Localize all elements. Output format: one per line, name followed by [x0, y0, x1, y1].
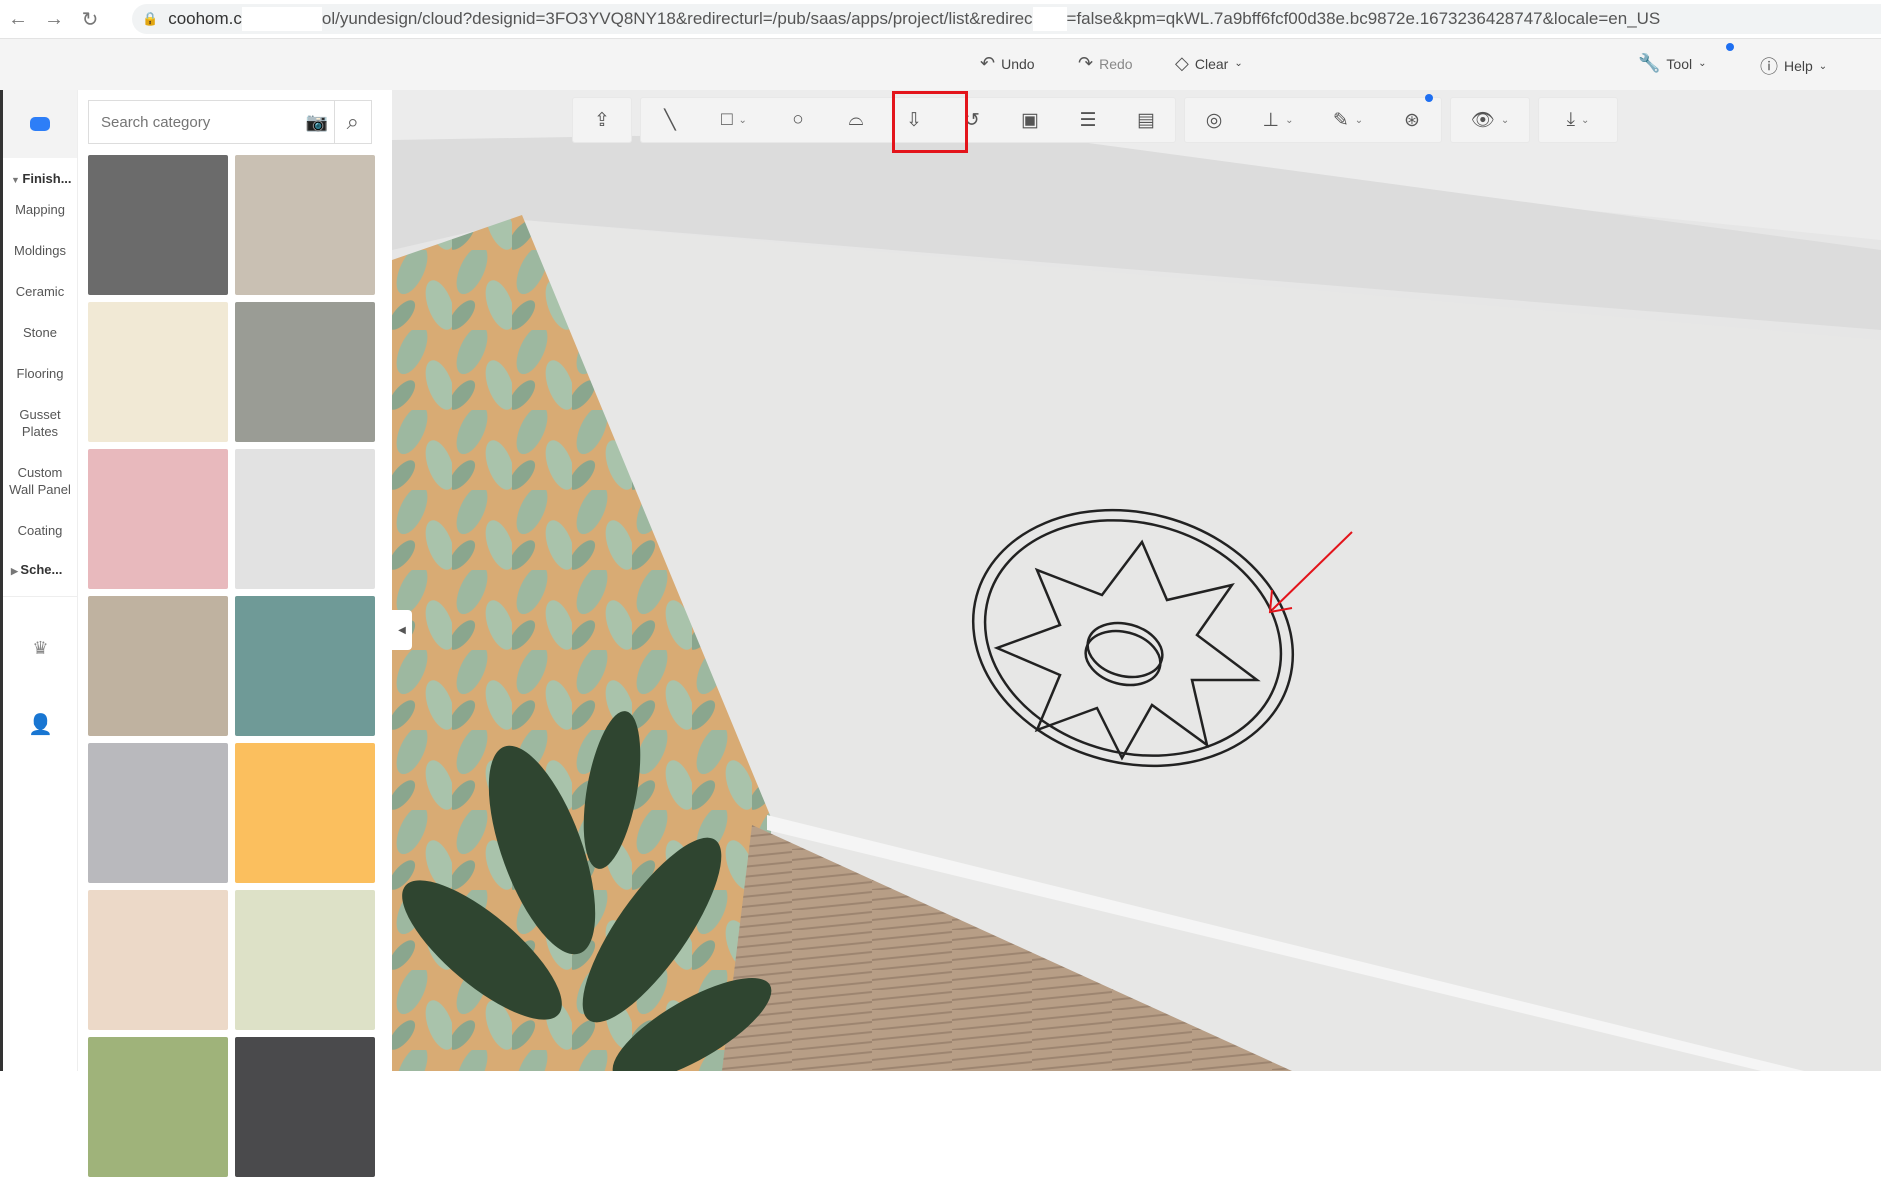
panel-tool[interactable]: ▤: [1117, 98, 1175, 142]
category-custom-wall-panel[interactable]: Custom Wall Panel: [3, 464, 77, 498]
redo-button[interactable]: ↷ Redo: [1078, 53, 1133, 74]
material-thumbnail-light-gray-pattern[interactable]: [88, 743, 228, 883]
lock-icon: 🔒: [142, 11, 159, 26]
tool-bar: ⇪ ╲ □ ⌄ ○ ⌓ ⇩ ↺ ▣ ☰ ▤ ◎ ⊥ ⌄ ✎ ⌄ ⊛ 👁 ⌄ ⤓ ⌄: [573, 94, 1617, 142]
3d-viewport[interactable]: ⇪ ╲ □ ⌄ ○ ⌓ ⇩ ↺ ▣ ☰ ▤ ◎ ⊥ ⌄ ✎ ⌄ ⊛ 👁 ⌄ ⤓ ⌄: [392, 90, 1881, 1071]
user-icon[interactable]: 👤: [3, 712, 78, 737]
category-moldings[interactable]: Moldings: [3, 242, 77, 259]
search-icon: ⌕: [346, 109, 359, 134]
furniture-tab[interactable]: [3, 90, 77, 158]
circle-tool[interactable]: ○: [769, 98, 827, 142]
address-bar[interactable]: 🔒 coohom.c ol/yundesign/cloud?designid=3…: [132, 4, 1881, 34]
material-thumbnail-pink-floral[interactable]: [88, 449, 228, 589]
paint-tool[interactable]: ✎ ⌄: [1313, 98, 1383, 142]
category-rail: ▼ Finish... Mapping Moldings Ceramic Sto…: [0, 90, 78, 1071]
material-thumbnail-beige-textured[interactable]: [235, 155, 375, 295]
align-tool[interactable]: ⊥ ⌄: [1243, 98, 1313, 142]
tool-menu[interactable]: 🔧 Tool ⌄: [1638, 53, 1707, 74]
back-icon[interactable]: ←: [0, 8, 36, 31]
rectangle-tool[interactable]: □ ⌄: [699, 98, 769, 142]
download-tool[interactable]: ⤓ ⌄: [1539, 98, 1617, 142]
material-thumbnail-pale-green-stripe[interactable]: [235, 890, 375, 1030]
light-tool[interactable]: ☰: [1059, 98, 1117, 142]
spiral-tool[interactable]: ◎: [1185, 98, 1243, 142]
scene: [392, 90, 1881, 1071]
category-gusset-plates[interactable]: Gusset Plates: [3, 406, 77, 440]
browser-bar: ← → ↻ 🔒 coohom.c ol/yundesign/cloud?desi…: [0, 0, 1881, 38]
category-coating[interactable]: Coating: [3, 522, 77, 539]
arc-tool[interactable]: ⌓: [827, 98, 885, 142]
undo-icon: ↶: [980, 53, 996, 73]
material-panel: 📷 ⌕: [78, 90, 392, 1177]
category-flooring[interactable]: Flooring: [3, 365, 77, 382]
material-thumbnail-dark-gray-fabric[interactable]: [88, 155, 228, 295]
help-icon: ⓘ: [1760, 57, 1778, 77]
line-tool[interactable]: ╲: [641, 98, 699, 142]
frame-tool[interactable]: ▣: [1001, 98, 1059, 142]
notification-dot: [1726, 43, 1734, 51]
eraser-icon: ◇: [1175, 53, 1189, 73]
wrench-icon: 🔧: [1638, 53, 1661, 73]
category-mapping[interactable]: Mapping: [3, 201, 77, 218]
crown-icon[interactable]: ♛: [3, 638, 78, 659]
material-thumbnail-gray-linen[interactable]: [235, 302, 375, 442]
redo-icon: ↷: [1078, 53, 1094, 73]
material-thumbnail-green-leaf[interactable]: [88, 1037, 228, 1177]
category-stone[interactable]: Stone: [3, 324, 77, 341]
undo-button[interactable]: ↶ Undo: [980, 53, 1035, 74]
material-thumbnail-brown-marble[interactable]: [88, 596, 228, 736]
category-ceramic[interactable]: Ceramic: [3, 283, 77, 300]
notification-dot: [1425, 94, 1433, 102]
search-box: 📷 ⌕: [88, 100, 372, 144]
forward-icon[interactable]: →: [36, 8, 72, 31]
app-top-bar: ↶ Undo ↷ Redo ◇ Clear ⌄ 🔧 Tool ⌄ ⓘ Help ⌄: [0, 38, 1881, 90]
clear-button[interactable]: ◇ Clear ⌄: [1175, 53, 1243, 74]
upload-tool[interactable]: ⇪: [573, 98, 631, 142]
search-button[interactable]: ⌕: [333, 101, 371, 143]
material-thumbnail-dark-smoke[interactable]: [235, 1037, 375, 1177]
reload-icon[interactable]: ↻: [72, 7, 108, 32]
material-thumbnail-peach-damask[interactable]: [88, 890, 228, 1030]
view-tool[interactable]: 👁 ⌄: [1451, 98, 1529, 142]
material-thumbnail-cream-marble[interactable]: [88, 302, 228, 442]
search-input[interactable]: [89, 101, 300, 143]
material-tool[interactable]: ⊛: [1383, 94, 1441, 142]
sofa-icon: [30, 117, 50, 131]
help-menu[interactable]: ⓘ Help ⌄: [1760, 53, 1827, 79]
material-thumbnail-crown-molding[interactable]: [235, 449, 375, 589]
collapse-panel-button[interactable]: ◀: [392, 610, 412, 650]
material-thumbnail-orange-solid[interactable]: [235, 743, 375, 883]
category-finish[interactable]: ▼ Finish...: [3, 170, 77, 189]
material-thumbnail-teal-mesh[interactable]: [235, 596, 375, 736]
camera-icon[interactable]: 📷: [300, 112, 334, 133]
highlight-box: [892, 91, 968, 153]
category-scheme[interactable]: ▶ Sche...: [3, 561, 77, 597]
